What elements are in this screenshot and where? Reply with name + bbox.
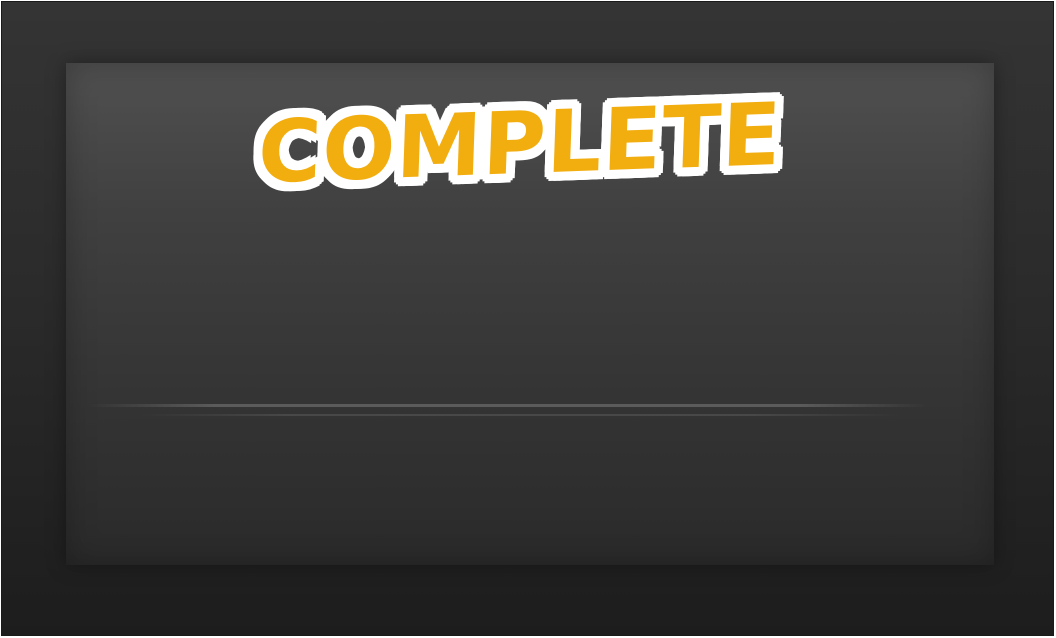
panel-divider-secondary: [140, 414, 900, 416]
complete-title-text: COMPLETE: [256, 84, 784, 204]
panel-divider: [88, 404, 928, 407]
complete-title: COMPLETE: [210, 84, 830, 204]
